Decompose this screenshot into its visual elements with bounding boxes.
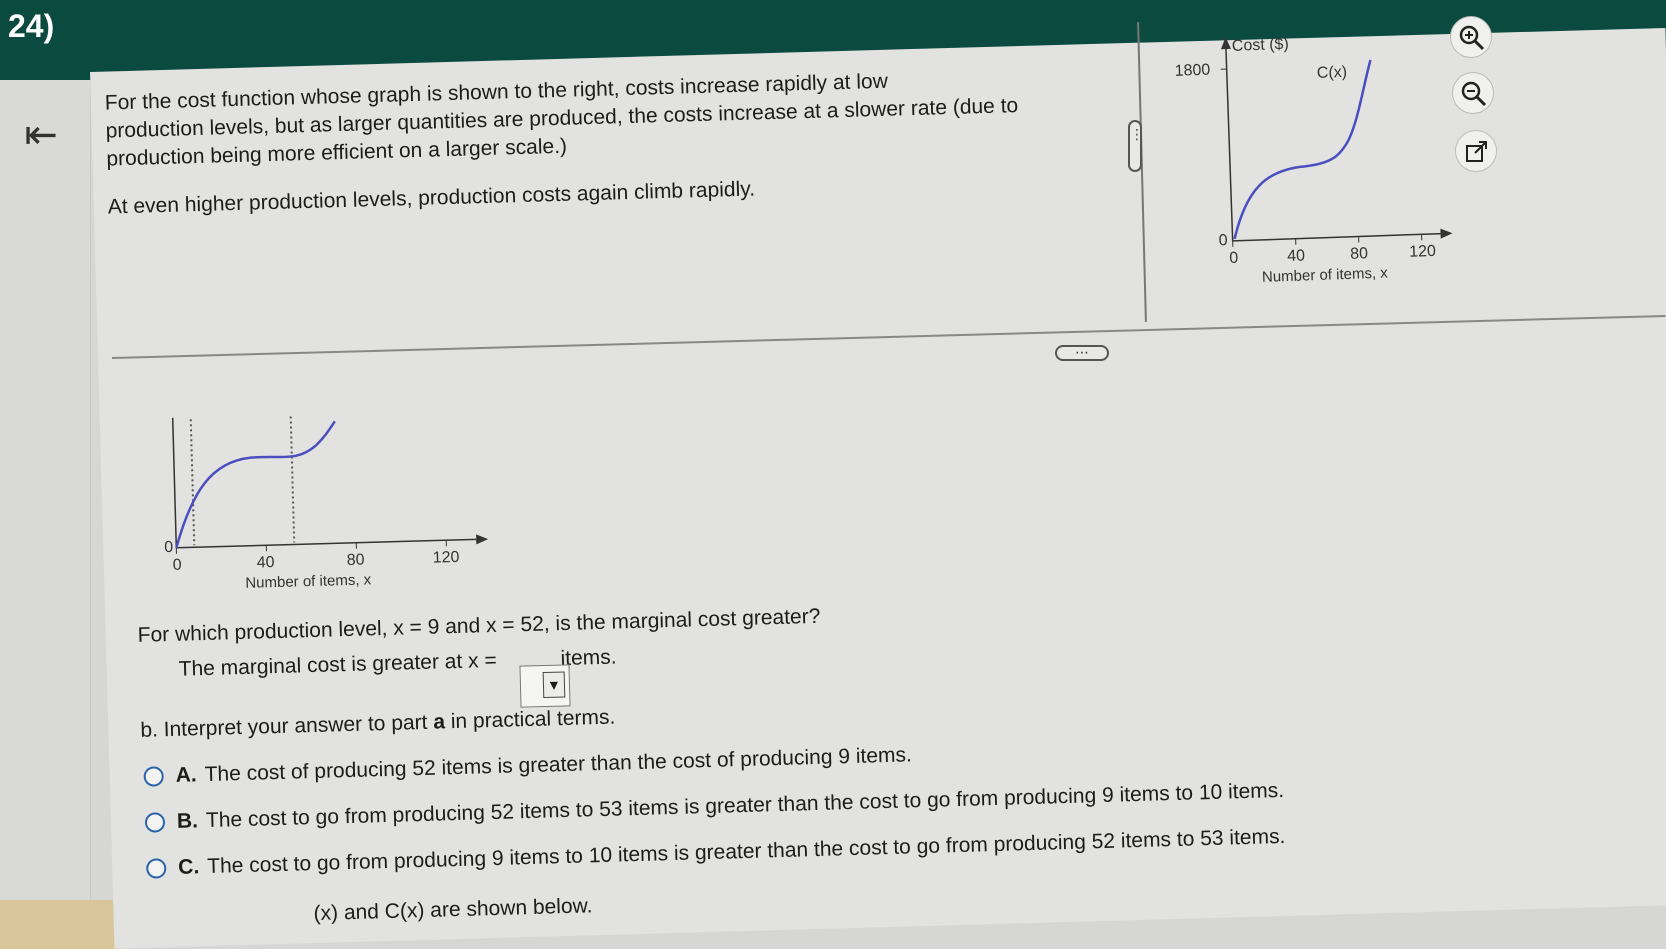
cost-graph: Cost ($) 1800 0 C(x) 0 40 80 120 Number … <box>1174 36 1453 286</box>
x-tick-0: 0 <box>1229 250 1239 267</box>
marginal-cost-dropdown[interactable]: ▼ <box>519 664 571 708</box>
x-tick-40: 40 <box>1287 247 1305 265</box>
part-b-prompt: b. Interpret your answer to part a in pr… <box>140 705 616 742</box>
curve-label: C(x) <box>1317 64 1348 82</box>
external-link-button[interactable] <box>1455 130 1497 172</box>
footer-text: (x) and C(x) are shown below. <box>313 894 593 926</box>
lower-cost-curve <box>175 420 336 549</box>
lower-x-tick-0: 0 <box>173 557 182 574</box>
y-axis-arrow <box>1220 37 1231 50</box>
lower-x-arrow <box>476 534 489 545</box>
lower-x-tick-80: 80 <box>347 552 365 569</box>
external-link-icon <box>1466 141 1487 162</box>
zoom-out-icon <box>1461 81 1487 107</box>
option-c[interactable]: C. The cost to go from producing 9 items … <box>146 825 1286 881</box>
x-axis <box>1232 232 1443 242</box>
marker-x9 <box>189 419 196 546</box>
dropdown-arrow-icon[interactable]: ▼ <box>542 671 566 699</box>
option-a-radio[interactable] <box>143 766 164 788</box>
lower-y-zero-label: 0 <box>164 539 173 556</box>
cost-curve <box>1233 59 1372 240</box>
question-number: 24) <box>8 8 55 44</box>
option-c-radio[interactable] <box>146 858 167 880</box>
lower-x-tick-120: 120 <box>432 549 459 567</box>
zoom-in-icon <box>1459 25 1485 51</box>
desk-edge <box>0 900 118 949</box>
lower-x-tick-40: 40 <box>257 554 275 571</box>
marker-x52 <box>289 416 296 543</box>
lower-x-axis <box>176 538 477 549</box>
y-max-label: 1800 <box>1174 62 1210 80</box>
zoom-in-button[interactable] <box>1450 16 1492 58</box>
collapse-left-icon[interactable]: ⇤ <box>18 112 64 158</box>
x-axis-label: Number of items, x <box>1262 265 1389 286</box>
zoom-out-button[interactable] <box>1452 72 1494 114</box>
vertical-resize-handle[interactable]: ⋮ <box>1128 120 1144 172</box>
horizontal-resize-handle[interactable]: ⋯ <box>1055 345 1109 361</box>
part-a-answer-prefix: The marginal cost is greater at x = <box>178 648 497 681</box>
option-b[interactable]: B. The cost to go from producing 52 items… <box>144 779 1285 835</box>
lower-x-axis-label: Number of items, x <box>245 571 372 592</box>
left-strip <box>0 80 91 949</box>
option-b-radio[interactable] <box>144 812 166 834</box>
lower-graph: 0 0 40 80 120 Number of items, x <box>164 416 489 592</box>
x-tick-120: 120 <box>1409 243 1436 261</box>
x-axis-arrow <box>1440 228 1453 239</box>
problem-line-4: At even higher production levels, produc… <box>107 177 756 219</box>
option-a[interactable]: A. The cost of producing 52 items is grea… <box>143 743 912 788</box>
x-tick-80: 80 <box>1350 245 1368 263</box>
y-axis <box>1225 45 1234 241</box>
y-axis-label: Cost ($) <box>1232 36 1289 55</box>
part-a-prompt: For which production level, x = 9 and x … <box>137 604 821 647</box>
y-zero-label: 0 <box>1218 232 1228 249</box>
lower-y-axis <box>171 417 178 548</box>
